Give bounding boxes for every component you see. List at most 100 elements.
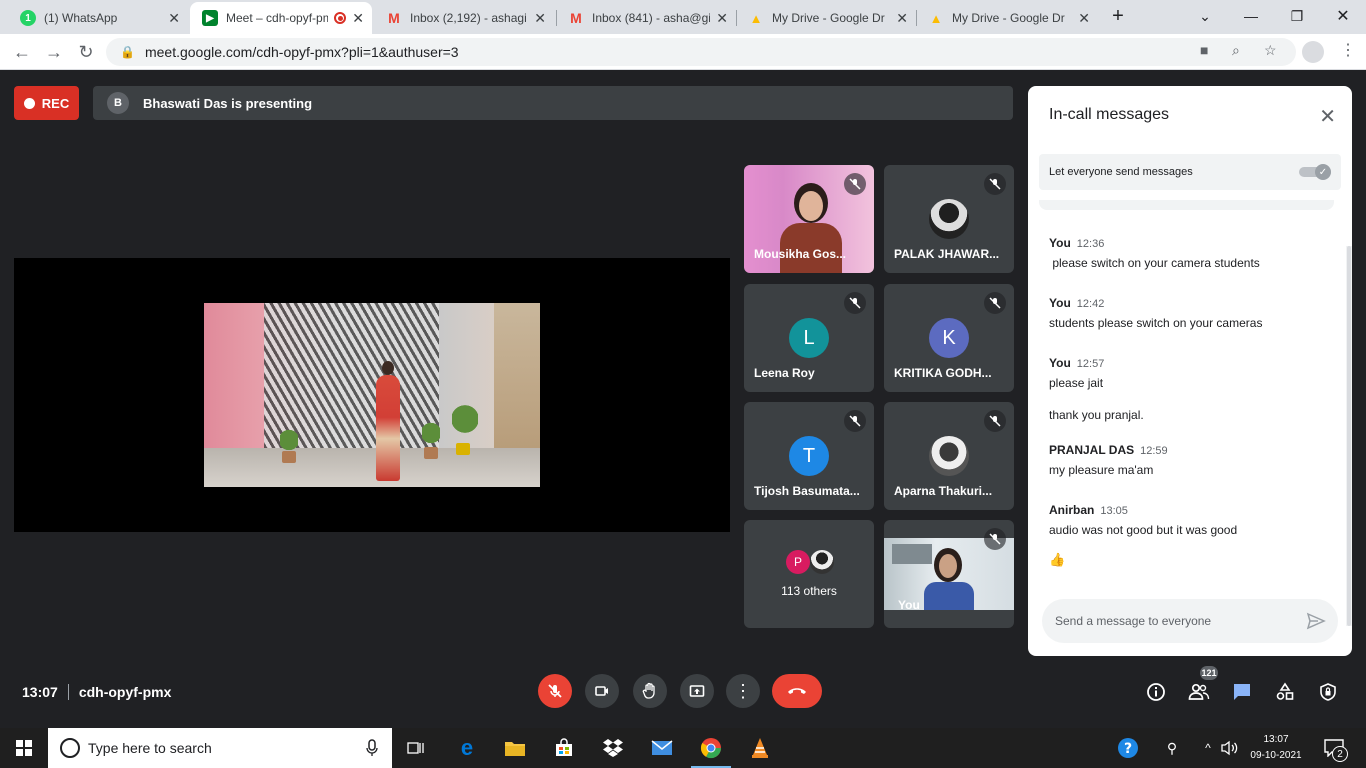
tab-whatsapp[interactable]: 1 (1) WhatsApp ✕ bbox=[8, 2, 188, 34]
activities-icon[interactable] bbox=[1273, 680, 1297, 704]
reload-icon[interactable]: ↻ bbox=[74, 40, 98, 64]
people-tray-icon[interactable]: ⚲ bbox=[1160, 736, 1184, 760]
tab-title: (1) WhatsApp bbox=[44, 11, 118, 25]
google-drive-icon: ▲ bbox=[929, 10, 943, 26]
url-text: meet.google.com/cdh-opyf-pmx?pli=1&authu… bbox=[144, 44, 459, 60]
participant-avatar: P bbox=[786, 550, 810, 574]
vlc-icon[interactable] bbox=[748, 736, 772, 760]
more-menu-icon[interactable]: ⋮ bbox=[1340, 40, 1356, 60]
presenter-avatar: B bbox=[107, 92, 129, 114]
participant-tile[interactable]: PALAK JHAWAR... bbox=[884, 165, 1014, 273]
participant-tile[interactable]: K KRITIKA GODH... bbox=[884, 284, 1014, 392]
windows-start-icon[interactable] bbox=[12, 736, 36, 760]
presentation-view bbox=[14, 258, 730, 532]
raise-hand-button[interactable] bbox=[633, 674, 667, 708]
whatsapp-icon: 1 bbox=[20, 10, 36, 26]
chat-message: You 12:36 please switch on your camera st… bbox=[1049, 236, 1260, 270]
microphone-icon[interactable] bbox=[366, 739, 378, 760]
camera-in-use-icon[interactable]: ■ bbox=[1200, 42, 1208, 58]
message-input[interactable]: Send a message to everyone bbox=[1042, 599, 1338, 643]
hand-icon bbox=[642, 682, 655, 699]
tab-search-chevron-icon[interactable]: ⌄ bbox=[1182, 0, 1228, 32]
profile-avatar[interactable] bbox=[1302, 41, 1324, 63]
participant-photo bbox=[929, 436, 969, 476]
present-screen-button[interactable] bbox=[680, 674, 714, 708]
tab-close-icon[interactable]: ✕ bbox=[716, 10, 728, 27]
panel-scrollbar[interactable] bbox=[1346, 246, 1352, 626]
windows-taskbar: Type here to search e ? ⚲ ^ 13:07 09-10-… bbox=[0, 728, 1366, 768]
presenting-banner: B Bhaswati Das is presenting bbox=[93, 86, 1013, 120]
search-icon bbox=[60, 738, 80, 758]
muted-mic-icon bbox=[984, 410, 1006, 432]
tab-close-icon[interactable]: ✕ bbox=[168, 10, 180, 27]
file-explorer-icon[interactable] bbox=[503, 736, 527, 760]
presented-video bbox=[204, 303, 540, 487]
tab-gmail-2[interactable]: M Inbox (841) - asha@gi ✕ bbox=[556, 2, 736, 34]
chat-icon[interactable] bbox=[1230, 680, 1254, 704]
people-icon[interactable] bbox=[1187, 680, 1211, 704]
tab-title: My Drive - Google Dr bbox=[952, 11, 1065, 25]
meeting-time: 13:07 bbox=[22, 684, 58, 700]
camera-button[interactable] bbox=[585, 674, 619, 708]
taskbar-search-input[interactable]: Type here to search bbox=[48, 728, 392, 768]
mail-icon[interactable] bbox=[650, 736, 674, 760]
participant-avatar: K bbox=[929, 318, 969, 358]
store-icon[interactable] bbox=[552, 736, 576, 760]
tab-drive-2[interactable]: ▲ My Drive - Google Dr ✕ bbox=[916, 2, 1098, 34]
tab-close-icon[interactable]: ✕ bbox=[352, 10, 364, 27]
participant-tile[interactable]: Aparna Thakuri... bbox=[884, 402, 1014, 510]
taskbar-clock[interactable]: 13:07 09-10-2021 bbox=[1246, 732, 1306, 764]
muted-mic-icon bbox=[844, 292, 866, 314]
bookmark-star-icon[interactable]: ☆ bbox=[1264, 42, 1277, 59]
chat-message: PRANJAL DAS 12:59 my pleasure ma'am bbox=[1049, 443, 1168, 477]
browser-toolbar: ← → ↻ 🔒 meet.google.com/cdh-opyf-pmx?pli… bbox=[0, 34, 1366, 70]
tab-title: Meet – cdh-opyf-pmx bbox=[226, 11, 329, 25]
leave-call-button[interactable] bbox=[772, 674, 822, 708]
tab-close-icon[interactable]: ✕ bbox=[534, 10, 546, 27]
tab-close-icon[interactable]: ✕ bbox=[1078, 10, 1090, 27]
participant-tile[interactable]: Mousikha Gos... bbox=[744, 165, 874, 273]
meet-stage: REC B Bhaswati Das is presenting Mousikh… bbox=[0, 70, 1366, 728]
others-count: 113 others bbox=[781, 584, 837, 598]
tab-title: Inbox (841) - asha@gi bbox=[592, 11, 711, 25]
tab-drive-1[interactable]: ▲ My Drive - Google Dr ✕ bbox=[736, 2, 916, 34]
others-tile[interactable]: P 113 others bbox=[744, 520, 874, 628]
present-icon bbox=[689, 685, 705, 697]
tab-title: Inbox (2,192) - ashagi bbox=[410, 11, 527, 25]
dropbox-icon[interactable] bbox=[601, 736, 625, 760]
hang-up-icon bbox=[788, 688, 806, 694]
task-view-icon[interactable] bbox=[404, 736, 428, 760]
back-arrow-icon[interactable]: ← bbox=[10, 40, 34, 64]
edge-icon[interactable]: e bbox=[455, 735, 479, 760]
mic-off-button[interactable] bbox=[538, 674, 572, 708]
more-options-icon[interactable]: ⋮ bbox=[726, 674, 760, 708]
svg-text:?: ? bbox=[1124, 741, 1132, 757]
participant-photo bbox=[929, 199, 969, 239]
tab-meet[interactable]: ▶ Meet – cdh-opyf-pmx ✕ bbox=[190, 2, 372, 34]
volume-icon[interactable] bbox=[1218, 736, 1242, 760]
participant-tile[interactable]: L Leena Roy bbox=[744, 284, 874, 392]
check-icon: ✓ bbox=[1315, 164, 1331, 180]
tab-close-icon[interactable]: ✕ bbox=[896, 10, 908, 27]
minimize-button[interactable]: — bbox=[1228, 0, 1274, 32]
in-call-messages-panel: In-call messages ✕ Let everyone send mes… bbox=[1028, 86, 1352, 656]
meeting-info-icon[interactable] bbox=[1144, 680, 1168, 704]
new-tab-button[interactable]: + bbox=[1100, 0, 1136, 32]
restore-button[interactable]: ❐ bbox=[1274, 0, 1320, 32]
close-icon[interactable]: ✕ bbox=[1319, 104, 1336, 129]
meeting-details[interactable]: 13:07 cdh-opyf-pmx bbox=[22, 684, 171, 700]
forward-arrow-icon[interactable]: → bbox=[42, 40, 66, 64]
tab-gmail-1[interactable]: M Inbox (2,192) - ashagi ✕ bbox=[374, 2, 554, 34]
zoom-icon[interactable]: ⌕ bbox=[1232, 42, 1240, 59]
send-icon[interactable] bbox=[1306, 611, 1326, 631]
chrome-icon[interactable] bbox=[699, 736, 723, 760]
participant-tile[interactable]: T Tijosh Basumata... bbox=[744, 402, 874, 510]
participant-name: KRITIKA GODH... bbox=[894, 366, 992, 380]
host-controls-icon[interactable] bbox=[1316, 680, 1340, 704]
messages-toggle[interactable]: ✓ bbox=[1299, 164, 1331, 180]
close-window-button[interactable]: ✕ bbox=[1320, 0, 1366, 32]
show-hidden-icons-chevron[interactable]: ^ bbox=[1196, 736, 1220, 760]
help-icon[interactable]: ? bbox=[1116, 736, 1140, 760]
self-tile[interactable]: You bbox=[884, 520, 1014, 628]
address-bar[interactable]: 🔒 meet.google.com/cdh-opyf-pmx?pli=1&aut… bbox=[106, 38, 1296, 66]
